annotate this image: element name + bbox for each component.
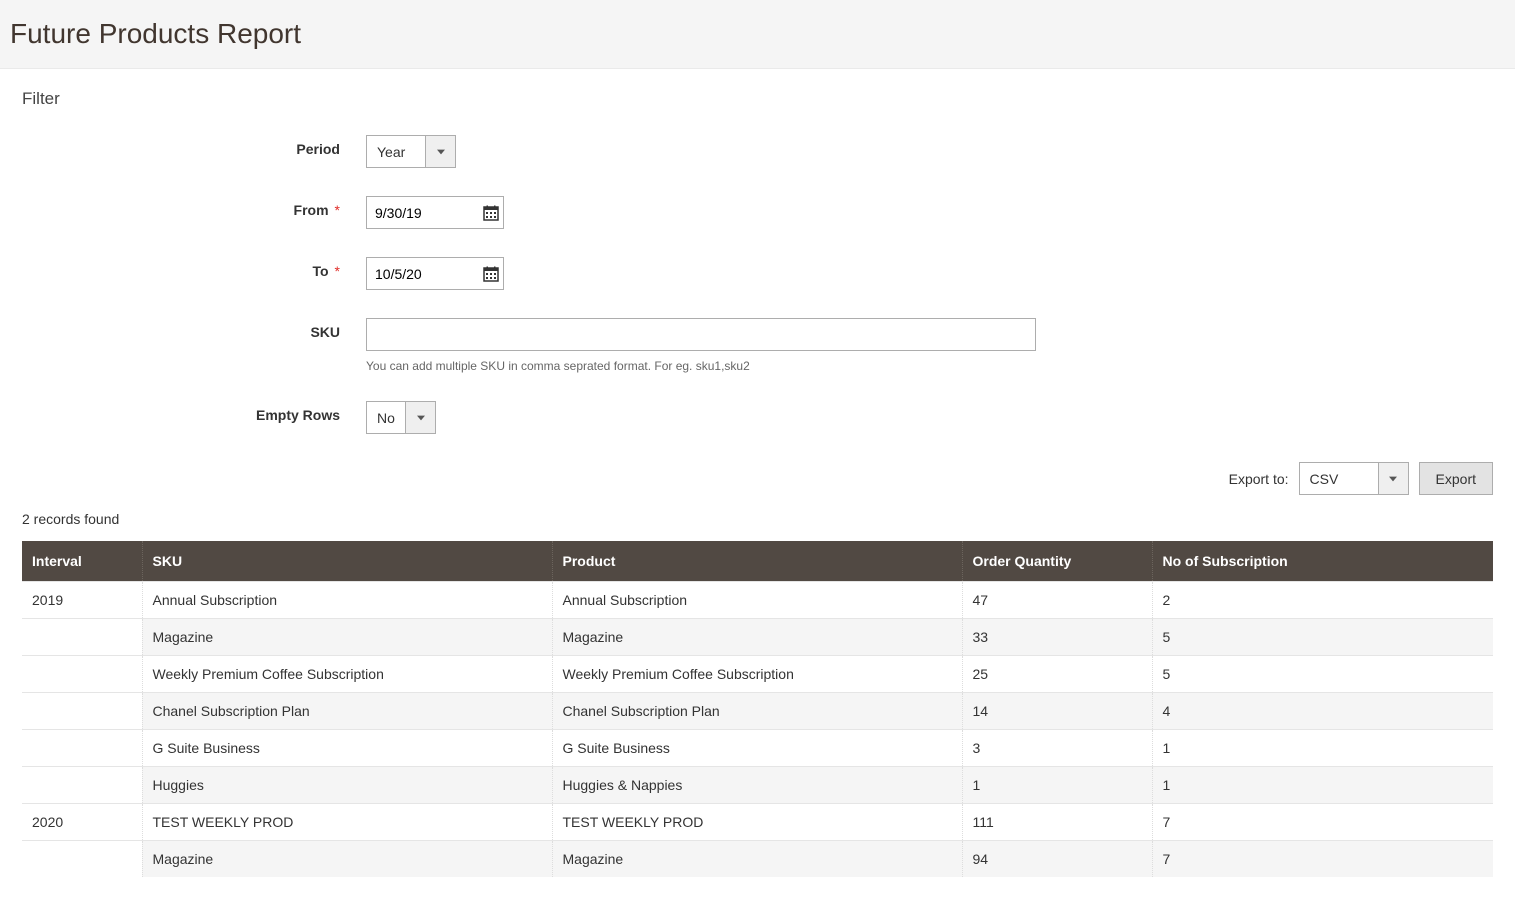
cell-no-of-subscription: 7 — [1152, 841, 1493, 878]
cell-sku: G Suite Business — [142, 730, 552, 767]
cell-order-quantity: 33 — [962, 619, 1152, 656]
table-row: G Suite BusinessG Suite Business31 — [22, 730, 1493, 767]
empty-rows-label: Empty Rows — [22, 401, 366, 423]
cell-product: G Suite Business — [552, 730, 962, 767]
cell-order-quantity: 25 — [962, 656, 1152, 693]
empty-rows-select-toggle[interactable] — [406, 401, 436, 434]
cell-product: Magazine — [552, 841, 962, 878]
period-select-toggle[interactable] — [426, 135, 456, 168]
table-row: 2020TEST WEEKLY PRODTEST WEEKLY PROD1117 — [22, 804, 1493, 841]
to-date-picker-button[interactable] — [479, 258, 503, 289]
cell-sku: Magazine — [142, 619, 552, 656]
filter-section-title: Filter — [22, 89, 1493, 109]
cell-product: TEST WEEKLY PROD — [552, 804, 962, 841]
cell-interval — [22, 693, 142, 730]
cell-sku: Annual Subscription — [142, 582, 552, 619]
table-row: Weekly Premium Coffee SubscriptionWeekly… — [22, 656, 1493, 693]
cell-sku: Magazine — [142, 841, 552, 878]
calendar-icon — [483, 205, 499, 221]
required-star-icon: * — [335, 263, 340, 279]
cell-interval — [22, 841, 142, 878]
cell-sku: Huggies — [142, 767, 552, 804]
report-table: Interval SKU Product Order Quantity No o… — [22, 541, 1493, 877]
sku-helper-text: You can add multiple SKU in comma seprat… — [366, 359, 1036, 373]
sku-input[interactable] — [366, 318, 1036, 351]
th-sku[interactable]: SKU — [142, 541, 552, 582]
cell-no-of-subscription: 4 — [1152, 693, 1493, 730]
th-qty[interactable]: Order Quantity — [962, 541, 1152, 582]
cell-no-of-subscription: 5 — [1152, 656, 1493, 693]
table-row: MagazineMagazine947 — [22, 841, 1493, 878]
table-row: Chanel Subscription PlanChanel Subscript… — [22, 693, 1493, 730]
calendar-icon — [483, 266, 499, 282]
export-format-toggle[interactable] — [1379, 462, 1409, 495]
export-to-label: Export to: — [1229, 471, 1289, 487]
cell-order-quantity: 47 — [962, 582, 1152, 619]
to-label: To* — [22, 257, 366, 279]
empty-rows-select[interactable]: No — [366, 401, 406, 434]
required-star-icon: * — [335, 202, 340, 218]
cell-product: Annual Subscription — [552, 582, 962, 619]
cell-sku: TEST WEEKLY PROD — [142, 804, 552, 841]
cell-product: Chanel Subscription Plan — [552, 693, 962, 730]
th-interval[interactable]: Interval — [22, 541, 142, 582]
cell-interval — [22, 767, 142, 804]
cell-no-of-subscription: 2 — [1152, 582, 1493, 619]
page-header: Future Products Report — [0, 0, 1515, 69]
export-format-select[interactable]: CSV — [1299, 462, 1379, 495]
export-button[interactable]: Export — [1419, 462, 1493, 495]
cell-no-of-subscription: 1 — [1152, 730, 1493, 767]
cell-interval: 2019 — [22, 582, 142, 619]
cell-no-of-subscription: 5 — [1152, 619, 1493, 656]
cell-interval — [22, 656, 142, 693]
table-row: HuggiesHuggies & Nappies11 — [22, 767, 1493, 804]
cell-no-of-subscription: 1 — [1152, 767, 1493, 804]
chevron-down-icon — [417, 415, 425, 421]
th-subs[interactable]: No of Subscription — [1152, 541, 1493, 582]
from-label: From* — [22, 196, 366, 218]
from-date-picker-button[interactable] — [479, 197, 503, 228]
chevron-down-icon — [1389, 476, 1397, 482]
cell-sku: Weekly Premium Coffee Subscription — [142, 656, 552, 693]
cell-order-quantity: 111 — [962, 804, 1152, 841]
records-found-text: 2 records found — [22, 511, 1493, 527]
cell-order-quantity: 14 — [962, 693, 1152, 730]
chevron-down-icon — [437, 149, 445, 155]
cell-product: Weekly Premium Coffee Subscription — [552, 656, 962, 693]
period-label: Period — [22, 135, 366, 157]
sku-label: SKU — [22, 318, 366, 340]
table-row: MagazineMagazine335 — [22, 619, 1493, 656]
cell-order-quantity: 1 — [962, 767, 1152, 804]
cell-sku: Chanel Subscription Plan — [142, 693, 552, 730]
to-date-input[interactable] — [367, 258, 479, 289]
th-product[interactable]: Product — [552, 541, 962, 582]
period-select[interactable]: Year — [366, 135, 426, 168]
cell-product: Huggies & Nappies — [552, 767, 962, 804]
cell-order-quantity: 3 — [962, 730, 1152, 767]
cell-order-quantity: 94 — [962, 841, 1152, 878]
cell-product: Magazine — [552, 619, 962, 656]
table-row: 2019Annual SubscriptionAnnual Subscripti… — [22, 582, 1493, 619]
page-title: Future Products Report — [10, 18, 1505, 50]
from-date-input[interactable] — [367, 197, 479, 228]
cell-no-of-subscription: 7 — [1152, 804, 1493, 841]
cell-interval — [22, 730, 142, 767]
cell-interval — [22, 619, 142, 656]
cell-interval: 2020 — [22, 804, 142, 841]
